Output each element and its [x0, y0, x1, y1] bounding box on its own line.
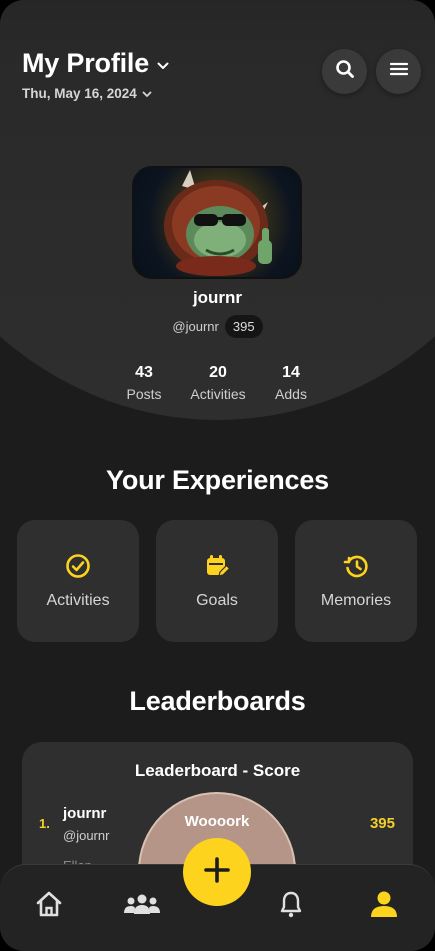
profile-icon: [369, 890, 399, 923]
screen: My Profile Thu, May 16, 2024 journr @jou…: [0, 0, 435, 951]
experience-card-label: Memories: [320, 591, 392, 609]
menu-button[interactable]: [376, 49, 421, 94]
score-badge: 395: [224, 315, 263, 338]
experiences-heading: Your Experiences: [106, 465, 329, 495]
nav-home[interactable]: [29, 889, 69, 923]
experience-card-goals[interactable]: Goals: [156, 520, 278, 642]
bell-icon: [279, 890, 303, 923]
check-circle-icon: [65, 553, 91, 584]
avatar[interactable]: [132, 166, 302, 279]
history-icon: [343, 553, 369, 584]
experience-card-activities[interactable]: Activities: [17, 520, 139, 642]
plus-icon: [202, 855, 232, 890]
chevron-down-icon: [157, 57, 169, 75]
action-popup-label[interactable]: Woooork: [138, 813, 296, 830]
search-icon: [335, 59, 355, 84]
nav-profile[interactable]: [364, 889, 404, 923]
stat-label: Adds: [275, 386, 307, 402]
experience-card-memories[interactable]: Memories: [295, 520, 417, 642]
handle-row: @journr 395: [0, 315, 435, 338]
nav-notifications[interactable]: [271, 889, 311, 923]
date-label: Thu, May 16, 2024: [22, 86, 137, 101]
stat-value: 14: [282, 364, 300, 381]
leaderboard-rank: 1.: [39, 816, 50, 831]
leaderboard-name: journr: [63, 805, 107, 822]
friends-icon: [123, 893, 161, 920]
hamburger-menu-icon: [389, 61, 409, 82]
stat-adds[interactable]: 14 Adds: [246, 364, 336, 402]
leaderboards-heading: Leaderboards: [129, 686, 306, 716]
date-selector[interactable]: Thu, May 16, 2024: [22, 86, 152, 101]
leaderboard-score: 395: [369, 815, 395, 832]
chevron-down-icon: [137, 86, 152, 101]
calendar-edit-icon: [204, 553, 231, 584]
experience-card-label: Activities: [46, 591, 110, 609]
user-handle: @journr: [172, 319, 219, 334]
create-post-button[interactable]: [183, 838, 251, 906]
profile-title-dropdown[interactable]: My Profile: [22, 48, 169, 79]
leaderboard-handle: @journr: [63, 828, 110, 843]
page-title: My Profile: [22, 48, 150, 78]
username: journr: [192, 288, 243, 307]
search-button[interactable]: [322, 49, 367, 94]
home-icon: [34, 890, 64, 923]
nav-friends[interactable]: [122, 889, 162, 923]
experience-card-label: Goals: [196, 591, 238, 609]
leaderboard-title: Leaderboard - Score: [134, 761, 301, 780]
